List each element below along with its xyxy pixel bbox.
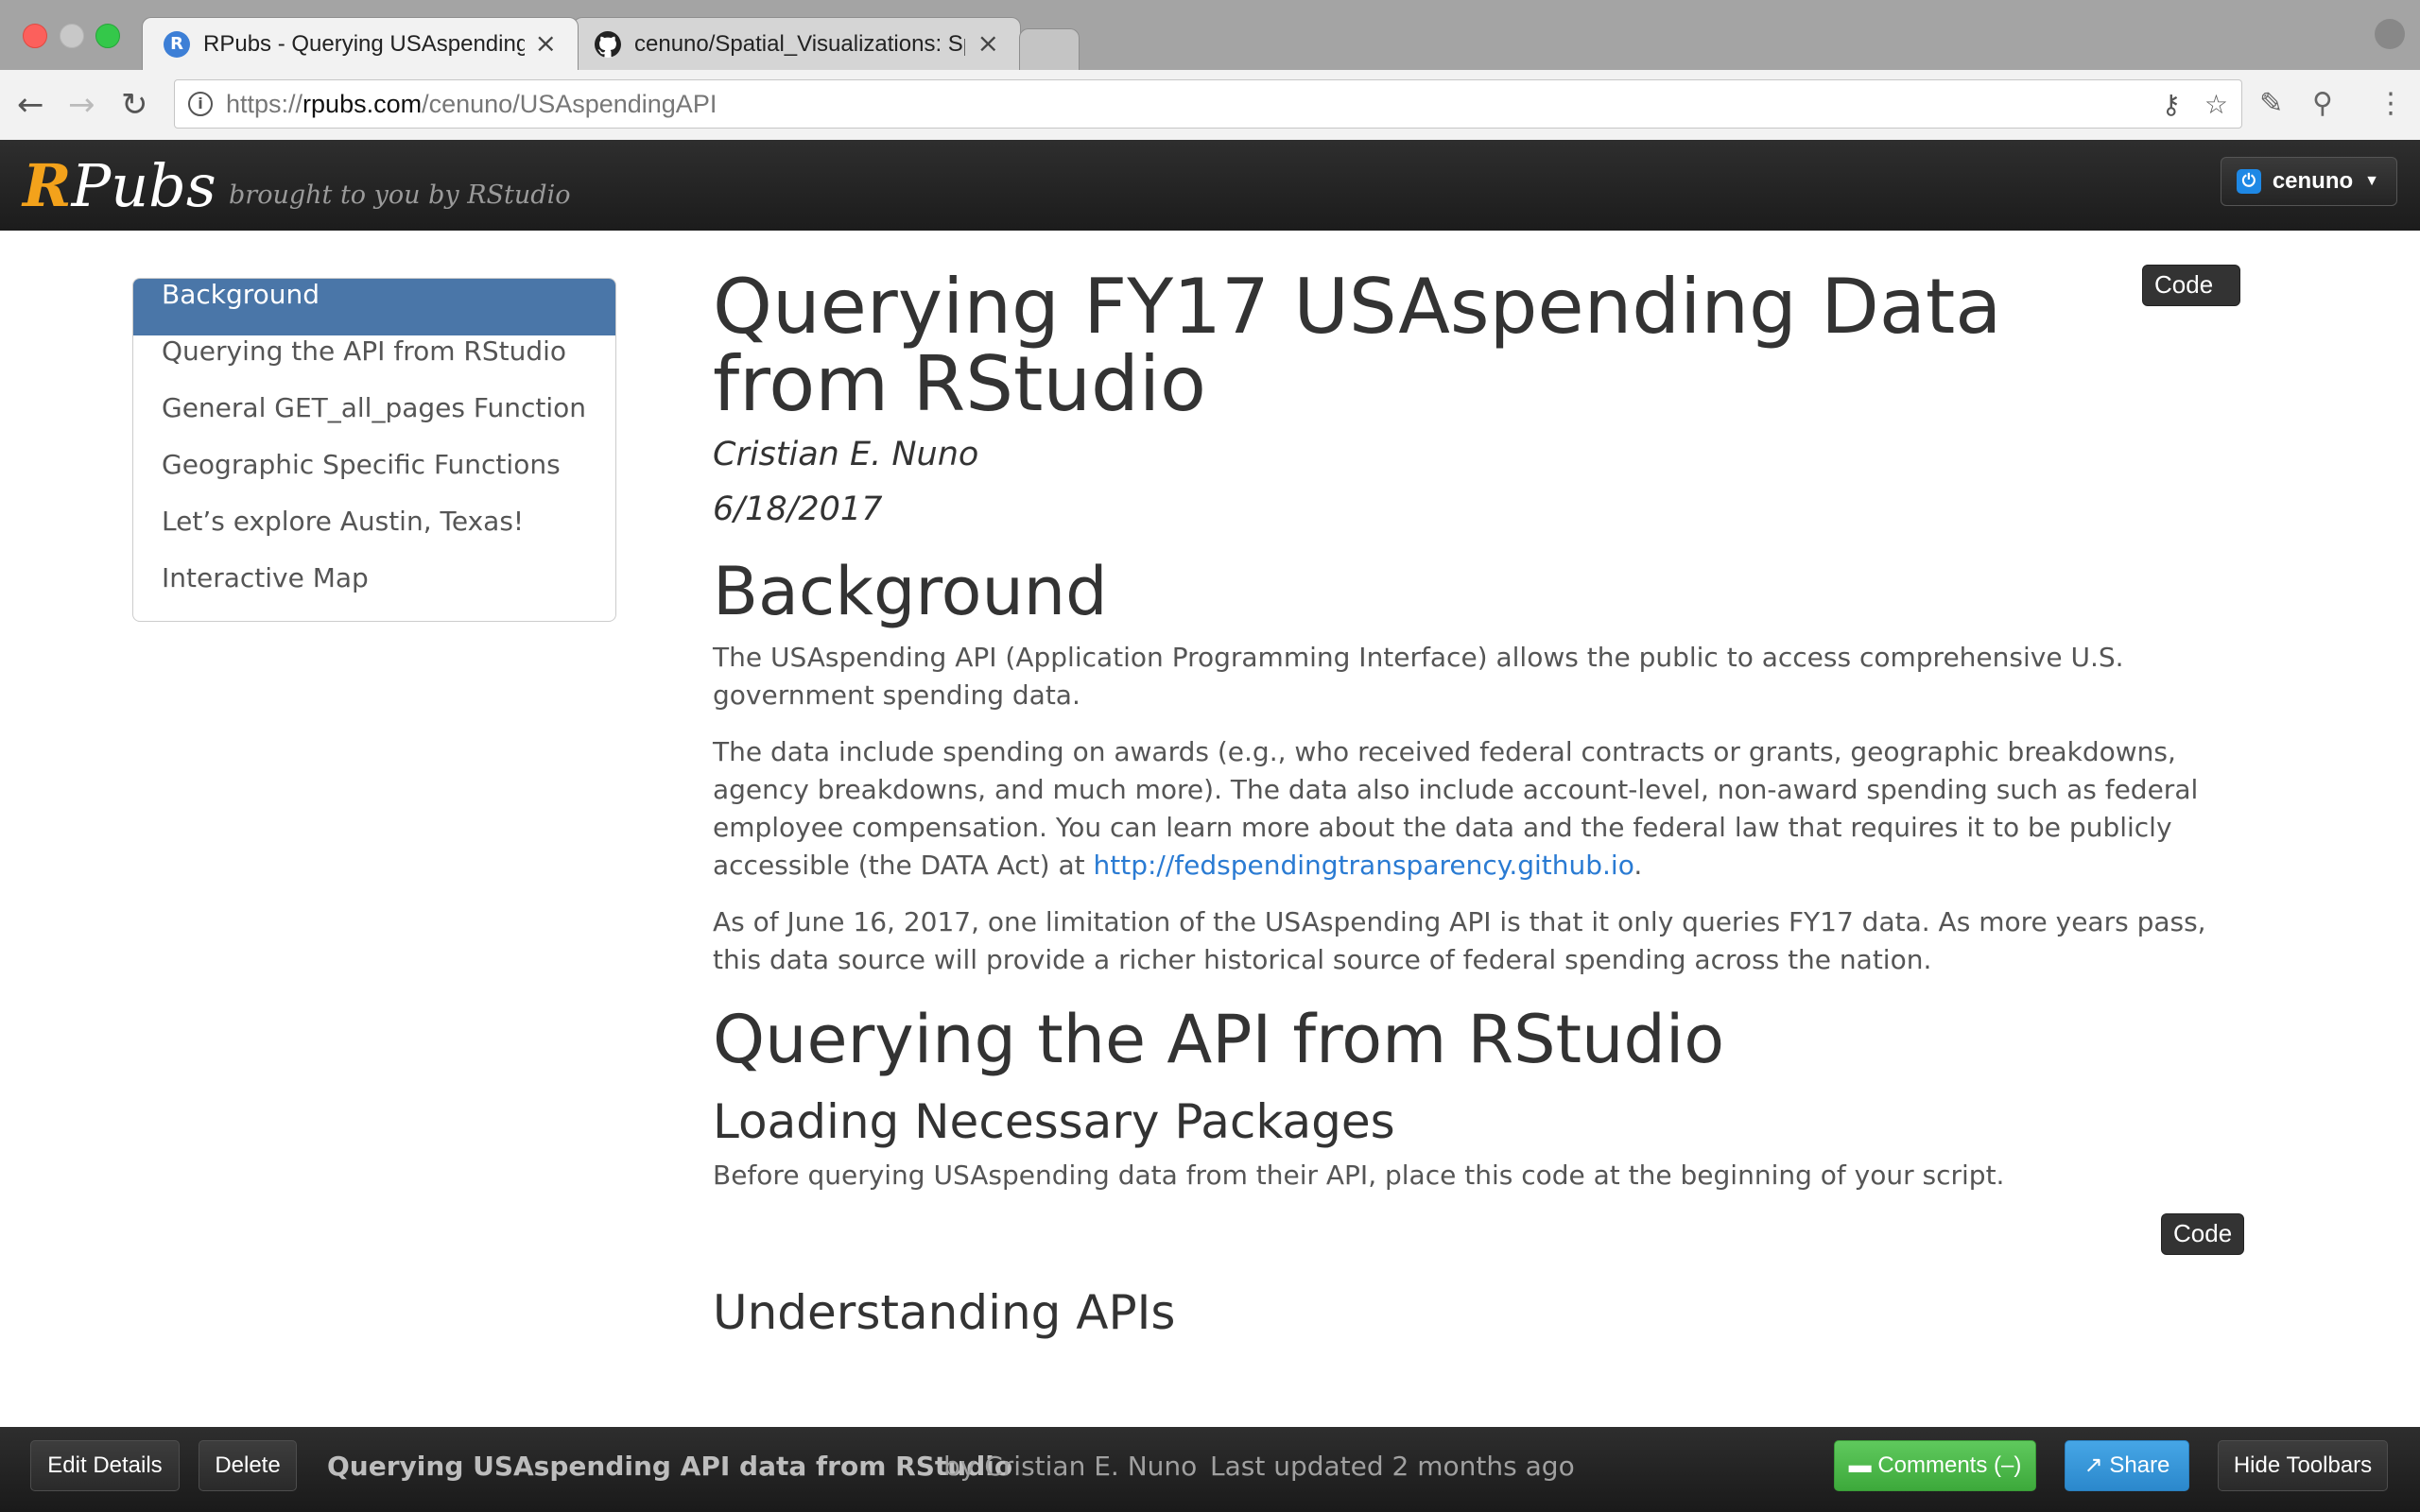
code-show-button[interactable]: Code: [2161, 1213, 2245, 1255]
tab-title: cenuno/Spatial_Visualizations: Spatial V…: [634, 31, 965, 57]
extension-satellite-icon[interactable]: ⚲: [2312, 87, 2333, 121]
fedspending-link[interactable]: http://fedspendingtransparency.github.io: [1094, 850, 1634, 881]
profile-icon[interactable]: [2375, 19, 2405, 49]
rpubs-icon: R: [164, 31, 190, 58]
comments-button[interactable]: ▬ Comments (–): [1834, 1440, 2036, 1491]
rpubs-tagline: brought to you by RStudio: [229, 180, 571, 210]
paragraph: As of June 16, 2017, one limitation of t…: [713, 906, 2206, 975]
paragraph: The USAspending API (Application Program…: [713, 642, 2124, 711]
url-text: https://rpubs.com/cenuno/USAspendingAPI: [226, 90, 717, 118]
paragraph: Before querying USAspending data from th…: [713, 1160, 2005, 1191]
bookmark-star-icon[interactable]: ☆: [2204, 90, 2228, 120]
delete-button[interactable]: Delete: [199, 1440, 297, 1491]
toc-item-austin-texas[interactable]: Let’s explore Austin, Texas!: [133, 506, 615, 562]
window-close-button[interactable]: [23, 24, 47, 48]
toc-item-interactive-map[interactable]: Interactive Map: [133, 562, 615, 619]
key-icon[interactable]: ⚷: [2161, 90, 2181, 120]
subsection-heading-apis: Understanding APIs: [713, 1285, 1176, 1340]
section-heading-background: Background: [713, 553, 1108, 630]
toc-item-background[interactable]: Background: [133, 279, 615, 335]
section-heading-querying: Querying the API from RStudio: [713, 1001, 1725, 1078]
bottom-toolbar: Edit Details Delete Querying USAspending…: [0, 1427, 2420, 1512]
share-button[interactable]: ↗ Share: [2065, 1440, 2189, 1491]
reload-icon[interactable]: ↻: [121, 87, 148, 123]
new-tab-button[interactable]: [1019, 28, 1080, 70]
last-updated: Last updated 2 months ago: [1210, 1451, 1575, 1482]
code-chunk: Code: [713, 1194, 2245, 1272]
browser-tab-strip: R RPubs - Querying USAspending API data …: [0, 0, 2420, 70]
page-title: Querying FY17 USAspending Data from RStu…: [713, 263, 2002, 428]
window-maximize-button[interactable]: [95, 24, 120, 48]
chevron-down-icon: ▼: [2154, 318, 2169, 335]
code-toggle-button[interactable]: Code ▼: [2142, 265, 2240, 335]
tab-title: RPubs - Querying USAspending API data fr…: [203, 31, 525, 57]
paragraph: The data include spending on awards (e.g…: [713, 736, 2199, 881]
rpubs-header: RPubs brought to you by RStudio ⏻ cenuno…: [0, 140, 2420, 231]
close-tab-icon[interactable]: ×: [977, 27, 999, 60]
browser-tab-rpubs[interactable]: R RPubs - Querying USAspending API data …: [142, 17, 579, 70]
username: cenuno: [2272, 168, 2354, 194]
edit-details-button[interactable]: Edit Details: [30, 1440, 180, 1491]
toc-item-geographic-functions[interactable]: Geographic Specific Functions: [133, 449, 615, 506]
document-body: Code ▼ Querying FY17 USAspending Data fr…: [713, 263, 2245, 1344]
extension-eyedropper-icon[interactable]: ✎: [2259, 87, 2283, 121]
hide-toolbars-button[interactable]: Hide Toolbars: [2218, 1440, 2388, 1491]
date: 6/18/2017: [713, 490, 883, 528]
document-title: Querying USAspending API data from RStud…: [327, 1451, 1013, 1482]
share-icon: ↗: [2083, 1452, 2103, 1478]
back-icon[interactable]: ←: [17, 87, 44, 123]
subsection-heading-packages: Loading Necessary Packages: [713, 1094, 1395, 1149]
close-tab-icon[interactable]: ×: [535, 27, 557, 60]
address-bar[interactable]: i https://rpubs.com/cenuno/USAspendingAP…: [174, 79, 2242, 129]
github-icon: [595, 31, 621, 58]
info-icon[interactable]: i: [188, 92, 213, 116]
toc-item-querying-api[interactable]: Querying the API from RStudio: [133, 335, 615, 392]
toc-item-get-all-pages[interactable]: General GET_all_pages Function: [133, 392, 615, 449]
browser-toolbar: ← → ↻ i https://rpubs.com/cenuno/USAspen…: [0, 70, 2420, 141]
comment-icon: ▬: [1848, 1452, 1872, 1478]
power-icon: ⏻: [2236, 169, 2261, 194]
author-byline: by Cristian E. Nuno: [943, 1451, 1198, 1482]
table-of-contents: Background Querying the API from RStudio…: [132, 278, 616, 622]
author: Cristian E. Nuno: [713, 436, 979, 473]
user-menu-button[interactable]: ⏻ cenuno ▼: [2220, 157, 2397, 206]
chevron-down-icon: ▼: [2364, 173, 2379, 189]
forward-icon[interactable]: →: [68, 87, 95, 123]
menu-icon[interactable]: ⋮: [2377, 87, 2405, 121]
window-minimize-button[interactable]: [60, 24, 84, 48]
browser-tab-github[interactable]: cenuno/Spatial_Visualizations: Spatial V…: [573, 17, 1021, 70]
rpubs-logo[interactable]: RPubs: [23, 153, 216, 219]
